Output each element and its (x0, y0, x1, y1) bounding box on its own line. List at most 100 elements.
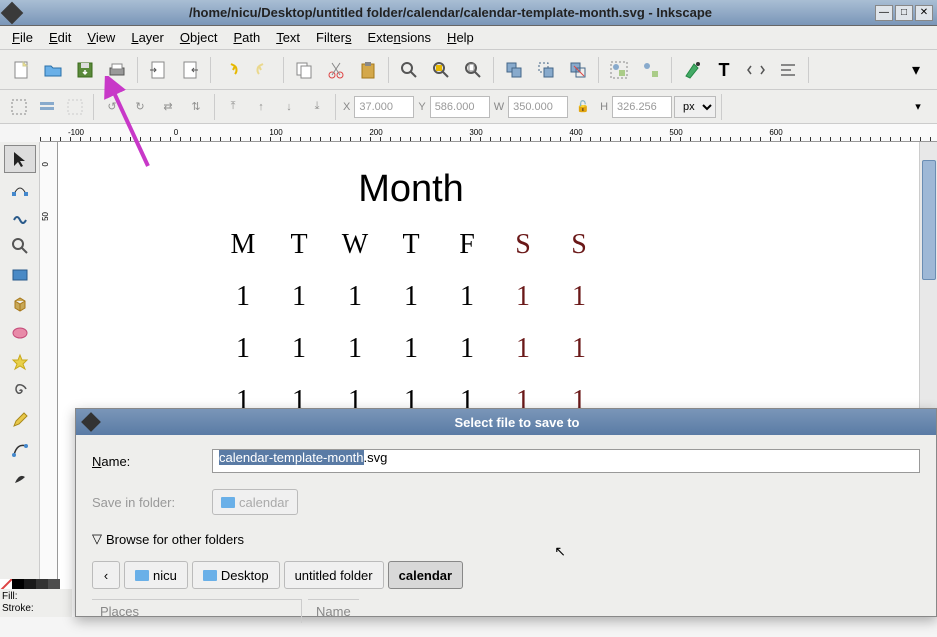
tweak-tool[interactable] (4, 203, 36, 231)
name-column-header[interactable]: Name (308, 599, 359, 623)
toolbox (0, 142, 40, 617)
save-button[interactable] (70, 55, 100, 85)
duplicate-button[interactable] (499, 55, 529, 85)
unlink-clone-button[interactable] (563, 55, 593, 85)
path-segment-current[interactable]: calendar (388, 561, 463, 589)
zoom-tool[interactable] (4, 232, 36, 260)
cursor-icon: ↖ (554, 543, 566, 560)
copy-button[interactable] (289, 55, 319, 85)
h-input[interactable] (612, 96, 672, 118)
import-button[interactable] (143, 55, 173, 85)
select-tool[interactable] (4, 145, 36, 173)
close-button[interactable]: ✕ (915, 5, 933, 21)
lower-bottom-button[interactable]: ⤓ (304, 94, 330, 120)
ungroup-button[interactable] (636, 55, 666, 85)
menu-file[interactable]: File (4, 28, 41, 47)
folder-row: Save in folder: calendar (92, 489, 920, 515)
node-tool[interactable] (4, 174, 36, 202)
name-label: Name: (92, 454, 212, 469)
filename-input[interactable]: calendar-template-month.svg (212, 449, 920, 473)
zoom-drawing-button[interactable] (426, 55, 456, 85)
lower-button[interactable]: ↓ (276, 94, 302, 120)
calendar-header-row: M T W T F S S (228, 229, 594, 261)
deselect-button[interactable] (62, 94, 88, 120)
zoom-selection-button[interactable] (394, 55, 424, 85)
toolbar-overflow-button[interactable]: ▾ (901, 55, 931, 85)
menu-help[interactable]: Help (439, 28, 482, 47)
places-column-header[interactable]: Places (92, 599, 302, 623)
rotate-ccw-button[interactable]: ↺ (99, 94, 125, 120)
day-header: M (228, 229, 258, 261)
rect-tool[interactable] (4, 261, 36, 289)
h-label: H (600, 101, 608, 113)
path-segment[interactable]: nicu (124, 561, 188, 589)
xml-editor-button[interactable] (741, 55, 771, 85)
flip-h-button[interactable]: ⇄ (155, 94, 181, 120)
toolbar2-overflow-button[interactable]: ▾ (905, 94, 931, 120)
separator (214, 94, 215, 120)
dialog-body: Name: calendar-template-month.svg Save i… (76, 435, 936, 637)
titlebar: /home/nicu/Desktop/untitled folder/calen… (0, 0, 937, 26)
path-segment[interactable]: Desktop (192, 561, 280, 589)
day-cell: 1 (340, 281, 370, 313)
select-all-layers-button[interactable] (34, 94, 60, 120)
paste-button[interactable] (353, 55, 383, 85)
zoom-page-button[interactable] (458, 55, 488, 85)
menu-layer[interactable]: Layer (123, 28, 172, 47)
y-input[interactable] (430, 96, 490, 118)
scrollbar-thumb[interactable] (922, 160, 936, 280)
ellipse-tool[interactable] (4, 319, 36, 347)
align-button[interactable] (773, 55, 803, 85)
3dbox-tool[interactable] (4, 290, 36, 318)
menu-view[interactable]: View (79, 28, 123, 47)
fill-stroke-button[interactable] (677, 55, 707, 85)
day-cell-weekend: 1 (508, 333, 538, 365)
new-button[interactable] (6, 55, 36, 85)
menu-filters[interactable]: Filters (308, 28, 359, 47)
cut-button[interactable] (321, 55, 351, 85)
tool-controls-bar: ↺ ↻ ⇄ ⇅ ⤒ ↑ ↓ ⤓ X Y W 🔓 H px ▾ (0, 90, 937, 124)
folder-select: calendar (212, 489, 298, 515)
bezier-tool[interactable] (4, 435, 36, 463)
x-label: X (343, 101, 350, 113)
open-button[interactable] (38, 55, 68, 85)
path-segment[interactable]: untitled folder (284, 561, 384, 589)
minimize-button[interactable]: — (875, 5, 893, 21)
maximize-button[interactable]: □ (895, 5, 913, 21)
menu-edit[interactable]: Edit (41, 28, 79, 47)
calligraphy-tool[interactable] (4, 464, 36, 492)
y-label: Y (418, 101, 425, 113)
group-button[interactable] (604, 55, 634, 85)
w-input[interactable] (508, 96, 568, 118)
path-bar: ‹ nicu Desktop untitled folder calendar … (92, 561, 920, 589)
browse-expander[interactable]: ▽ Browse for other folders (92, 531, 920, 547)
spiral-tool[interactable] (4, 377, 36, 405)
day-cell: 1 (284, 281, 314, 313)
menu-text[interactable]: Text (268, 28, 308, 47)
star-tool[interactable] (4, 348, 36, 376)
undo-button[interactable] (216, 55, 246, 85)
unit-select[interactable]: px (674, 96, 716, 118)
pencil-tool[interactable] (4, 406, 36, 434)
raise-button[interactable]: ↑ (248, 94, 274, 120)
flip-v-button[interactable]: ⇅ (183, 94, 209, 120)
menu-extensions[interactable]: Extensions (359, 28, 439, 47)
x-input[interactable] (354, 96, 414, 118)
text-button[interactable]: T (709, 55, 739, 85)
name-row: Name: calendar-template-month.svg (92, 449, 920, 473)
select-all-button[interactable] (6, 94, 32, 120)
clone-button[interactable] (531, 55, 561, 85)
export-button[interactable] (175, 55, 205, 85)
print-button[interactable] (102, 55, 132, 85)
rotate-cw-button[interactable]: ↻ (127, 94, 153, 120)
stroke-label: Stroke: (2, 603, 70, 615)
lock-ratio-button[interactable]: 🔓 (570, 94, 596, 120)
redo-button[interactable] (248, 55, 278, 85)
raise-top-button[interactable]: ⤒ (220, 94, 246, 120)
separator (598, 57, 599, 83)
menu-object[interactable]: Object (172, 28, 226, 47)
menu-path[interactable]: Path (225, 28, 268, 47)
horizontal-ruler: -100 0 100 200 300 400 500 600 (40, 124, 937, 142)
save-dialog: Select file to save to Name: calendar-te… (75, 408, 937, 617)
path-back-button[interactable]: ‹ (92, 561, 120, 589)
